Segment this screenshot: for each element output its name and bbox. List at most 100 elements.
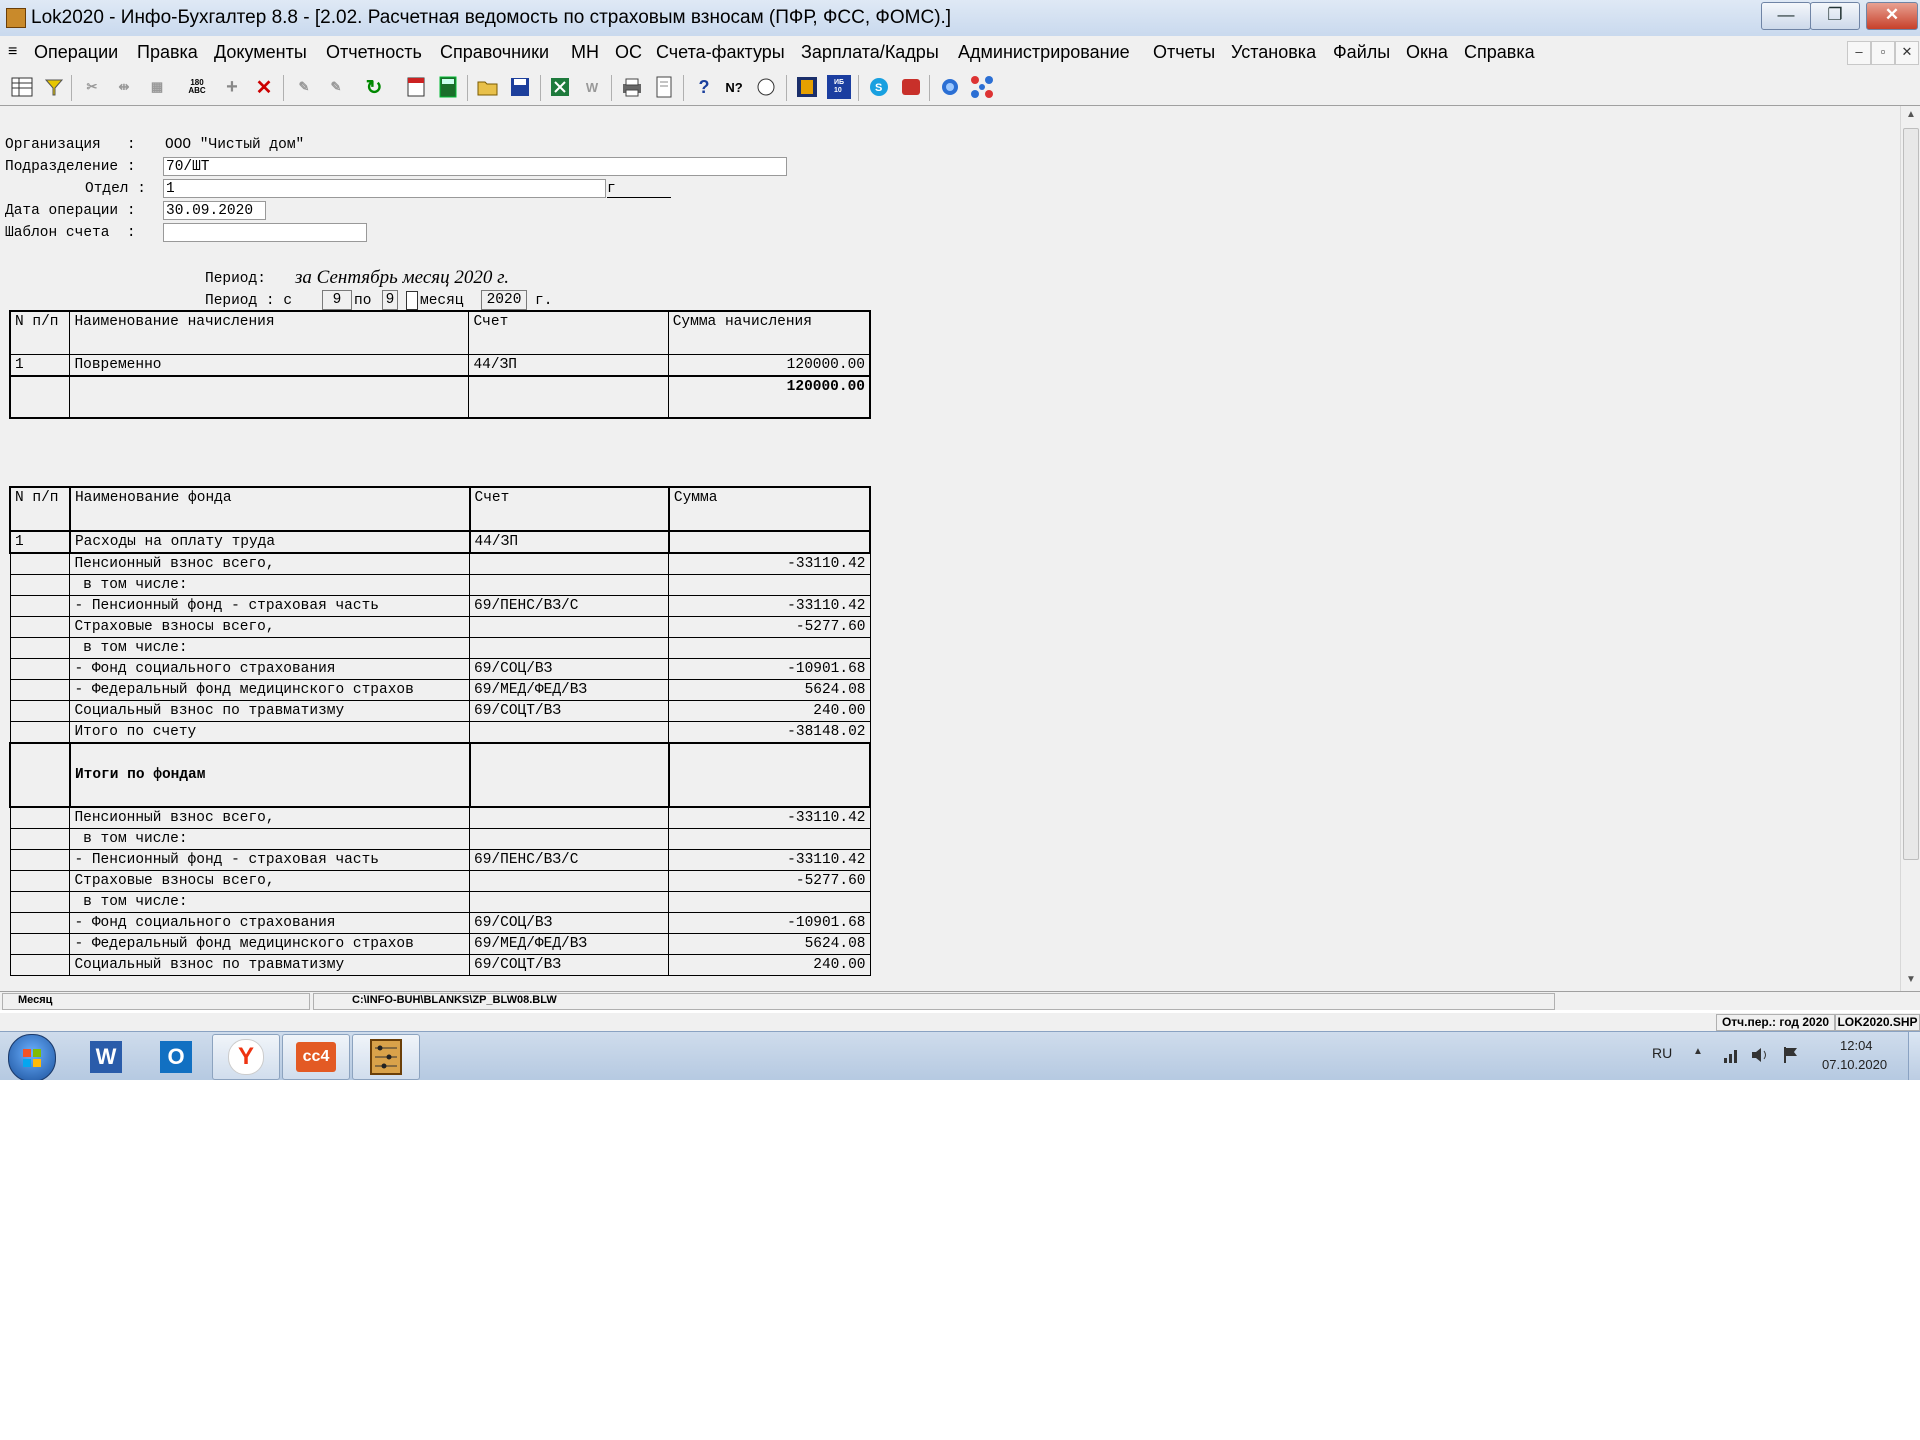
operation-date-field[interactable]: 30.09.2020 — [163, 201, 266, 220]
menu-reports[interactable]: Отчеты — [1153, 42, 1215, 63]
department-field[interactable]: 1 — [163, 179, 606, 198]
menu-operations[interactable]: Операции — [34, 42, 118, 63]
period-to-field[interactable]: 9 — [382, 290, 398, 310]
menu-references[interactable]: Справочники — [440, 42, 549, 63]
table-row[interactable]: Пенсионный взнос всего, -33110.42 — [9, 806, 871, 829]
scroll-up-icon[interactable]: ▲ — [1906, 109, 1916, 120]
skype-icon[interactable]: S — [867, 75, 891, 99]
info-icon[interactable] — [795, 75, 819, 99]
table-row[interactable]: в том числе: — [9, 891, 871, 913]
tray-expand-icon[interactable]: ▲ — [1693, 1046, 1703, 1057]
table-row[interactable]: в том числе: — [9, 637, 871, 659]
word-icon[interactable]: W — [580, 75, 604, 99]
open-icon[interactable] — [476, 75, 500, 99]
taskbar-yandex[interactable]: Y — [212, 1034, 280, 1080]
table-row[interactable]: 1 Расходы на оплату труда 44/ЗП — [9, 530, 872, 554]
menu-payroll[interactable]: Зарплата/Кадры — [801, 42, 939, 63]
context-help-icon[interactable]: N? — [722, 75, 746, 99]
table-row[interactable]: Страховые взносы всего, -5277.60 — [9, 870, 871, 892]
table-row[interactable]: в том числе: — [9, 828, 871, 850]
taskbar-word[interactable]: W — [72, 1034, 140, 1080]
period-from-field[interactable]: 9 — [322, 290, 352, 310]
table-row[interactable]: - Фонд социального страхования 69/СОЦ/ВЗ -… — [9, 912, 871, 934]
table-row[interactable]: Социальный взнос по травматизму 69/СОЦТ/В… — [9, 700, 871, 722]
signal-icon[interactable] — [1723, 1046, 1741, 1069]
table-row[interactable]: - Фонд социального страхования 69/СОЦ/ВЗ -… — [9, 658, 871, 680]
clock-time[interactable]: 12:04 — [1840, 1038, 1873, 1053]
taskbar-infobuh[interactable] — [352, 1034, 420, 1080]
fund-name: - Фонд социального страхования — [69, 912, 471, 934]
minimize-button[interactable]: — — [1761, 2, 1811, 30]
tool2-icon[interactable]: ✎ — [324, 75, 348, 99]
table-row[interactable]: - Пенсионный фонд - страховая часть 69/ПЕ… — [9, 849, 871, 871]
web-icon[interactable] — [938, 75, 962, 99]
vertical-scrollbar[interactable]: ▲ ▼ — [1900, 106, 1920, 991]
delete-icon[interactable]: ✕ — [252, 75, 276, 99]
cut-icon[interactable]: ✂ — [80, 75, 104, 99]
close-button[interactable]: ✕ — [1866, 2, 1918, 30]
table-icon[interactable] — [10, 75, 34, 99]
calendar-icon[interactable] — [404, 75, 428, 99]
scroll-down-icon[interactable]: ▼ — [1906, 974, 1916, 985]
menu-reporting[interactable]: Отчетность — [326, 42, 422, 63]
taskbar-cc4[interactable]: cc4 — [282, 1034, 350, 1080]
menu-administration[interactable]: Администрирование — [958, 42, 1130, 63]
mdi-restore-button[interactable]: ▫ — [1871, 41, 1895, 65]
table-row[interactable]: 1 Повременно 44/ЗП 120000.00 — [9, 354, 871, 377]
template-field[interactable] — [163, 223, 367, 242]
menu-settings[interactable]: Установка — [1231, 42, 1316, 63]
clock-date[interactable]: 07.10.2020 — [1822, 1057, 1887, 1072]
print-icon[interactable] — [620, 75, 644, 99]
excel-icon[interactable] — [548, 75, 572, 99]
mdi-minimize-button[interactable]: – — [1847, 41, 1871, 65]
subdivision-field[interactable]: 70/ШТ — [163, 157, 787, 176]
restore-button[interactable]: ❐ — [1810, 2, 1860, 30]
scrollbar-thumb[interactable] — [1903, 128, 1919, 860]
menu-documents[interactable]: Документы — [214, 42, 307, 63]
menu-windows[interactable]: Окна — [1406, 42, 1448, 63]
period-selector-button[interactable] — [406, 291, 418, 310]
table-row[interactable]: Итого по счету -38148.02 — [9, 721, 871, 744]
refresh-icon[interactable]: ↻ — [362, 75, 386, 99]
table-row[interactable]: - Федеральный фонд медицинского страхов 6… — [9, 679, 871, 701]
empty-area — [0, 1080, 1920, 1440]
menu-os[interactable]: ОС — [615, 42, 642, 63]
menu-invoices[interactable]: Счета-фактуры — [656, 42, 785, 63]
tool1-icon[interactable]: ✎ — [292, 75, 316, 99]
preview-icon[interactable] — [652, 75, 676, 99]
language-indicator[interactable]: RU — [1652, 1045, 1672, 1061]
document-menu-icon[interactable]: ≡ — [8, 43, 17, 61]
remote-icon[interactable] — [899, 75, 923, 99]
table-row[interactable]: Страховые взносы всего, -5277.60 — [9, 616, 871, 638]
help-icon[interactable]: ? — [692, 75, 716, 99]
table-row[interactable]: - Пенсионный фонд - страховая часть 69/ПЕ… — [9, 595, 871, 617]
save-icon[interactable] — [508, 75, 532, 99]
menu-mn[interactable]: МН — [571, 42, 599, 63]
app-icon[interactable] — [6, 8, 26, 28]
show-desktop-button[interactable] — [1908, 1032, 1920, 1080]
navigate-icon[interactable] — [754, 75, 778, 99]
filter-icon[interactable] — [42, 75, 66, 99]
mdi-close-button[interactable]: ✕ — [1895, 41, 1919, 65]
taskbar-outlook[interactable]: O — [142, 1034, 210, 1080]
menu-edit[interactable]: Правка — [137, 42, 198, 63]
volume-icon[interactable] — [1750, 1045, 1772, 1070]
add-icon[interactable]: + — [220, 75, 244, 99]
period-year-field[interactable]: 2020 — [481, 290, 527, 310]
menu-files[interactable]: Файлы — [1333, 42, 1390, 63]
ib10-icon[interactable]: ИБ 10 — [827, 75, 851, 99]
table-row[interactable]: - Федеральный фонд медицинского страхов 6… — [9, 933, 871, 955]
table-row[interactable]: Пенсионный взнос всего, -33110.42 — [9, 552, 871, 575]
template-label: Шаблон счета : — [5, 225, 136, 241]
calculator-icon[interactable] — [436, 75, 460, 99]
network-icon[interactable] — [970, 75, 994, 99]
abc-icon[interactable]: 180 ABC — [185, 75, 209, 99]
menu-help[interactable]: Справка — [1464, 42, 1535, 63]
column-header: Наименование начисления — [69, 310, 470, 355]
move-icon[interactable]: ⇹ — [112, 75, 136, 99]
paste-icon[interactable]: ▦ — [145, 75, 169, 99]
action-center-icon[interactable] — [1782, 1045, 1800, 1070]
start-button[interactable] — [8, 1034, 56, 1082]
table-row[interactable]: в том числе: — [9, 574, 871, 596]
table-row[interactable]: Социальный взнос по травматизму 69/СОЦТ/В… — [9, 954, 871, 976]
